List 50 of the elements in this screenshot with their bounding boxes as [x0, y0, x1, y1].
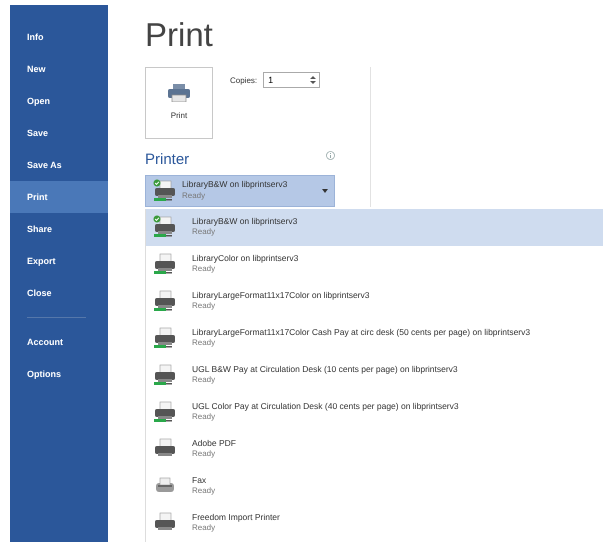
printer-status: Ready: [192, 301, 216, 312]
sidebar-item[interactable]: Account: [10, 326, 108, 358]
printer-option[interactable]: Adobe PDF Ready: [146, 430, 603, 468]
sidebar-item[interactable]: Save As: [10, 149, 108, 181]
caret-icon: [322, 188, 328, 192]
printer-icon: [168, 84, 190, 102]
printer-dropdown[interactable]: LibraryB&W on libprintserv3 Ready: [145, 174, 335, 206]
printer-name: LibraryB&W on libprintserv3: [182, 179, 288, 191]
printer-name: LibraryB&W on libprintserv3: [192, 216, 298, 228]
sidebar-item[interactable]: Info: [10, 21, 108, 53]
printer-status: Ready: [192, 227, 216, 238]
printer-status: Ready: [192, 338, 216, 350]
printer-option[interactable]: LibraryB&W on libprintserv3 Ready: [146, 208, 603, 246]
sidebar-item[interactable]: New: [10, 53, 108, 85]
printer-option[interactable]: Freedom Import Printer Ready: [146, 504, 603, 542]
spinner-icon: [310, 75, 316, 85]
sidebar-item[interactable]: Save: [10, 117, 108, 149]
info-icon: [326, 150, 335, 160]
printer-name: Fax: [192, 474, 208, 486]
printer-option[interactable]: Fax Ready: [146, 468, 603, 504]
print-button[interactable]: Print: [145, 67, 213, 139]
printer-option[interactable]: LibraryLargeFormat11x17Color on libprintserv3 Ready: [146, 282, 603, 320]
printer-option[interactable]: LibraryColor on libprintserv3 Ready: [146, 246, 603, 282]
sidebar-item[interactable]: Print: [10, 181, 108, 213]
sidebar-item[interactable]: Close: [10, 277, 108, 309]
printer-name: Adobe PDF: [192, 438, 236, 450]
printer-status: Ready: [192, 449, 216, 460]
printer-status: Ready: [182, 190, 206, 202]
printer-option[interactable]: UGL B&W Pay at Circulation Desk (10 cents per page) on libprintserv3 Ready: [146, 356, 603, 394]
copies-label: Copies:: [230, 75, 258, 87]
printer-status: Ready: [192, 375, 216, 386]
sidebar-item[interactable]: Options: [10, 358, 108, 390]
printer-status: Ready: [192, 486, 216, 498]
printer-status: Ready: [192, 264, 216, 276]
page-title: Print: [145, 18, 214, 51]
printer-option[interactable]: UGL Color Pay at Circulation Desk (40 cents per page) on libprintserv3 Ready: [146, 394, 603, 430]
printer-status: Ready: [192, 523, 216, 534]
copies-field[interactable]: 1: [263, 72, 320, 88]
printer-name: LibraryLargeFormat11x17Color on libprintserv3: [192, 290, 370, 302]
printer-option[interactable]: LibraryLargeFormat11x17Color Cash Pay at circ desk (50 cents per page) on libprintserv3 Ready: [146, 320, 603, 356]
printer-name: LibraryColor on libprintserv3: [192, 252, 298, 264]
printer-name: LibraryLargeFormat11x17Color Cash Pay at circ desk (50 cents per page) on libprintserv3: [192, 326, 530, 338]
printer-name: UGL B&W Pay at Circulation Desk (10 cents per page) on libprintserv3: [192, 364, 458, 376]
printer-status: Ready: [192, 412, 216, 424]
printer-heading: Printer: [145, 150, 190, 170]
sidebar-item[interactable]: Open: [10, 85, 108, 117]
sidebar-item[interactable]: Share: [10, 213, 108, 245]
printer-name: UGL Color Pay at Circulation Desk (40 cents per page) on libprintserv3: [192, 400, 459, 412]
printer-name: Freedom Import Printer: [192, 512, 280, 524]
sidebar-item[interactable]: Export: [10, 245, 108, 277]
